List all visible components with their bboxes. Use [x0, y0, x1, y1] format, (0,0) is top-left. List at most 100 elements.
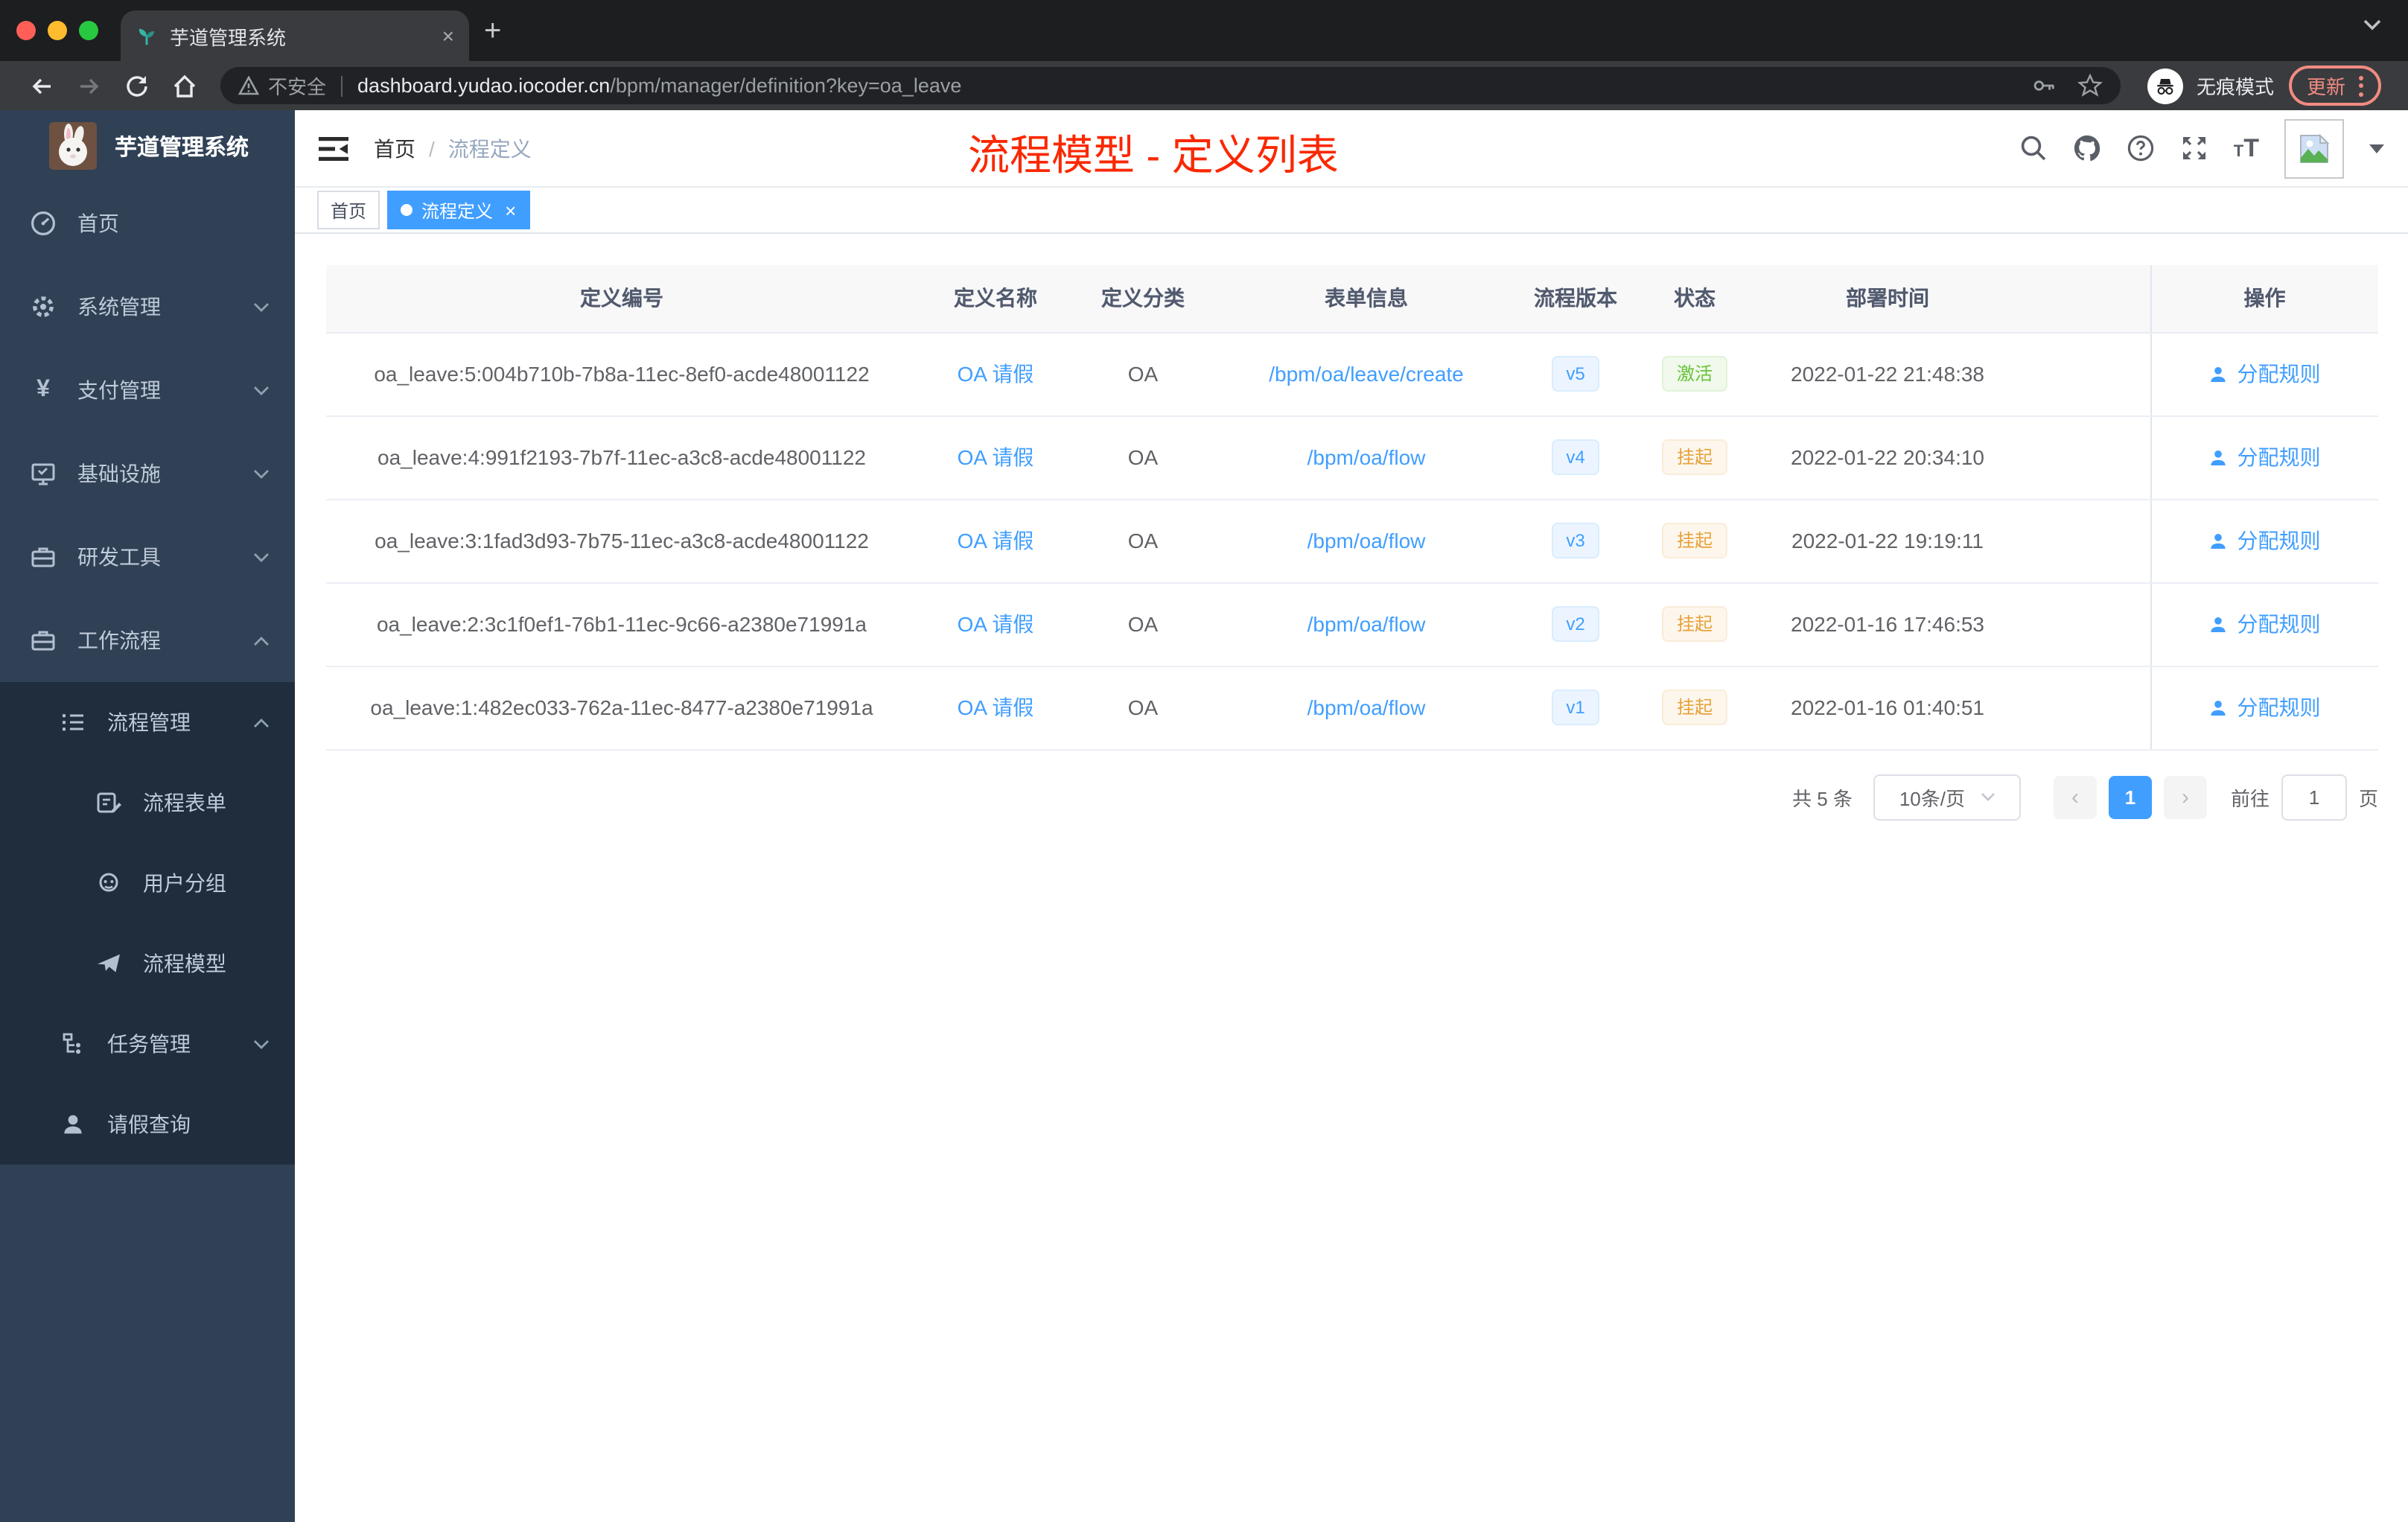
browser-tab[interactable]: 芋道管理系统 × — [121, 10, 469, 61]
sidebar-item-label: 系统管理 — [77, 295, 161, 319]
sidebar-item-leave-query[interactable]: 请假查询 — [0, 1084, 295, 1165]
sidebar-item-process-form[interactable]: 流程表单 — [0, 762, 295, 843]
page-size-select[interactable]: 10条/页 — [1873, 774, 2021, 820]
user-icon — [2211, 532, 2226, 549]
status-badge: 挂起 — [1661, 690, 1727, 725]
monitor-icon — [31, 463, 55, 485]
definition-category: OA — [1073, 415, 1213, 500]
definition-id: oa_leave:4:991f2193-7b7f-11ec-a3c8-acde4… — [325, 415, 918, 500]
breadcrumb-current: 流程定义 — [447, 136, 532, 160]
definition-name-link[interactable]: OA 请假 — [958, 612, 1034, 636]
definition-name-link[interactable]: OA 请假 — [958, 362, 1034, 386]
goto-page-input[interactable] — [2281, 774, 2347, 820]
minimize-window-button[interactable] — [48, 21, 67, 40]
table-header-row: 定义编号 定义名称 定义分类 表单信息 流程版本 状态 部署时间 操作 — [325, 265, 2377, 333]
col-definition-id: 定义编号 — [325, 265, 918, 333]
definition-name-link[interactable]: OA 请假 — [958, 529, 1034, 553]
font-size-icon[interactable]: TT — [2234, 136, 2259, 161]
page-url[interactable]: dashboard.yudao.iocoder.cn/bpm/manager/d… — [357, 74, 961, 97]
col-definition-name: 定义名称 — [918, 265, 1073, 333]
browser-menu-icon[interactable] — [2359, 75, 2363, 96]
github-icon[interactable] — [2073, 134, 2101, 162]
sidebar-item-system[interactable]: 系统管理 — [0, 265, 295, 348]
chevron-down-icon — [254, 1039, 269, 1048]
forward-button[interactable] — [76, 72, 103, 99]
password-key-icon[interactable] — [2031, 73, 2057, 98]
new-tab-button[interactable]: + — [484, 12, 501, 51]
help-icon[interactable] — [2127, 134, 2155, 162]
form-link[interactable]: /bpm/oa/flow — [1307, 445, 1426, 469]
security-label: 不安全 — [268, 76, 327, 98]
assign-rule-button[interactable]: 分配规则 — [2209, 609, 2321, 639]
deploy-time: 2022-01-22 21:48:38 — [1758, 332, 2017, 416]
breadcrumb-home[interactable]: 首页 — [374, 133, 415, 163]
tags-view: 首页 流程定义 × — [295, 188, 2408, 234]
incognito-badge: 无痕模式 — [2147, 68, 2274, 104]
reload-button[interactable] — [124, 72, 150, 99]
fullscreen-icon[interactable] — [2180, 134, 2208, 162]
sidebar-item-user-group[interactable]: 用户分组 — [0, 843, 295, 923]
favicon-seedling-icon — [138, 28, 154, 45]
address-bar[interactable]: 不安全 dashboard.yudao.iocoder.cn/bpm/manag… — [220, 67, 2121, 104]
assign-rule-button[interactable]: 分配规则 — [2209, 692, 2321, 722]
chevron-down-icon — [1981, 793, 1994, 801]
sidebar-item-process-model[interactable]: 流程模型 — [0, 923, 295, 1004]
user-avatar[interactable] — [2284, 118, 2344, 178]
assign-rule-button[interactable]: 分配规则 — [2209, 526, 2321, 555]
close-window-button[interactable] — [16, 21, 36, 40]
sidebar-item-devtools[interactable]: 研发工具 — [0, 515, 295, 599]
version-badge: v1 — [1551, 690, 1600, 725]
toolbox-icon — [31, 631, 55, 651]
bookmark-star-icon[interactable] — [2077, 73, 2103, 98]
collapse-sidebar-icon[interactable] — [319, 135, 348, 162]
tab-title: 芋道管理系统 — [170, 26, 287, 48]
form-link[interactable]: /bpm/oa/leave/create — [1269, 362, 1464, 386]
gear-icon — [33, 296, 54, 317]
search-icon[interactable] — [2019, 134, 2048, 162]
breadcrumb: 首页 / 流程定义 — [374, 133, 532, 163]
assign-rule-button[interactable]: 分配规则 — [2209, 359, 2321, 389]
current-page-button[interactable]: 1 — [2108, 775, 2152, 818]
tag-process-definition[interactable]: 流程定义 × — [387, 191, 530, 229]
definition-name-link[interactable]: OA 请假 — [958, 445, 1034, 469]
tab-close-icon[interactable]: × — [442, 24, 454, 48]
sidebar-item-label: 流程表单 — [143, 791, 226, 815]
sidebar-item-payment[interactable]: ¥ 支付管理 — [0, 348, 295, 432]
definition-id: oa_leave:5:004b710b-7b8a-11ec-8ef0-acde4… — [325, 332, 918, 416]
zoom-window-button[interactable] — [79, 21, 98, 40]
version-badge: v2 — [1551, 606, 1600, 642]
tab-search-chevron-icon[interactable] — [2363, 19, 2381, 31]
chevron-down-icon — [254, 302, 269, 311]
table-row: oa_leave:3:1fad3d93-7b75-11ec-a3c8-acde4… — [325, 499, 2377, 583]
update-browser-button[interactable]: 更新 — [2288, 66, 2381, 106]
assign-rule-button[interactable]: 分配规则 — [2209, 442, 2321, 472]
home-button[interactable] — [171, 72, 198, 99]
user-icon — [2211, 449, 2226, 465]
avatar-caret-icon[interactable] — [2369, 144, 2384, 160]
sidebar-item-workflow[interactable]: 工作流程 — [0, 599, 295, 682]
prev-page-button[interactable]: ‹ — [2053, 775, 2097, 818]
definition-name-link[interactable]: OA 请假 — [958, 695, 1034, 719]
form-link[interactable]: /bpm/oa/flow — [1307, 529, 1426, 553]
url-path: /bpm/manager/definition?key=oa_leave — [610, 74, 962, 97]
tag-close-icon[interactable]: × — [505, 199, 516, 221]
sidebar-item-infrastructure[interactable]: 基础设施 — [0, 432, 295, 515]
tree-icon — [63, 1033, 80, 1054]
sidebar-item-home[interactable]: 首页 — [0, 182, 295, 265]
back-button[interactable] — [28, 72, 55, 99]
chevron-down-icon — [254, 386, 269, 395]
next-page-button[interactable]: › — [2163, 775, 2207, 818]
tag-home[interactable]: 首页 — [317, 191, 380, 229]
app-logo[interactable]: 芋道管理系统 — [0, 110, 295, 182]
app-title: 芋道管理系统 — [115, 135, 249, 160]
sidebar-item-label: 请假查询 — [107, 1112, 191, 1136]
form-link[interactable]: /bpm/oa/flow — [1307, 612, 1426, 636]
paper-plane-icon — [98, 954, 120, 972]
security-status[interactable]: 不安全 — [238, 71, 326, 100]
tag-label: 首页 — [331, 200, 367, 221]
window-controls[interactable] — [16, 21, 98, 40]
form-link[interactable]: /bpm/oa/flow — [1307, 695, 1426, 719]
sidebar-item-task-management[interactable]: 任务管理 — [0, 1004, 295, 1084]
version-badge: v3 — [1551, 523, 1600, 558]
sidebar-item-process-management[interactable]: 流程管理 — [0, 682, 295, 762]
